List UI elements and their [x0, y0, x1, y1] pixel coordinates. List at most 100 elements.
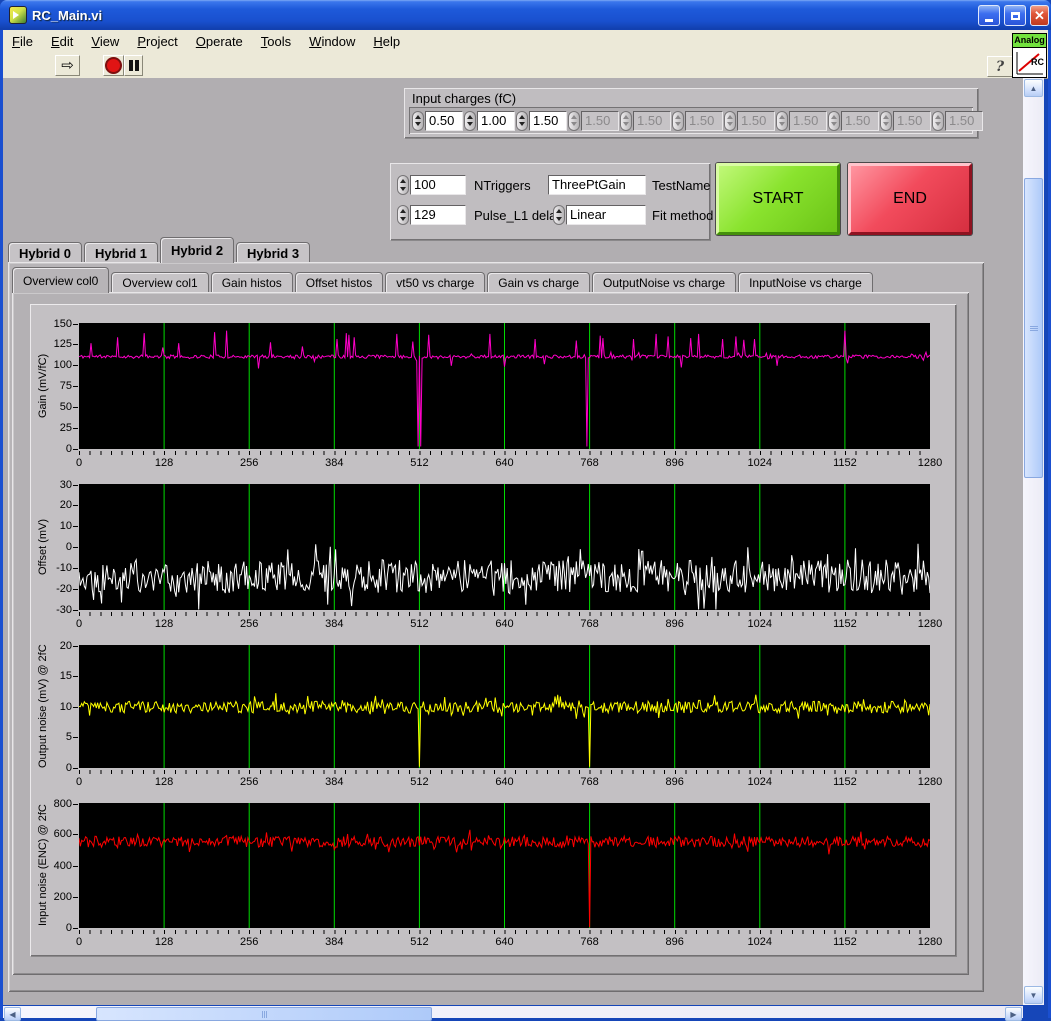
charge-value-7[interactable]: 1.50 [789, 110, 827, 131]
charge-value-5[interactable]: 1.50 [685, 110, 723, 131]
menu-item-operate[interactable]: Operate [187, 32, 252, 51]
menu-item-help[interactable]: Help [364, 32, 409, 51]
charge-value-3[interactable]: 1.50 [581, 110, 619, 131]
tab-overview-col0[interactable]: Overview col0 [12, 267, 110, 293]
x-tick-label: 768 [580, 457, 599, 469]
charge-spinner-5[interactable] [672, 110, 684, 131]
fit-method-field[interactable]: Linear [566, 205, 646, 225]
scroll-right-button[interactable]: ▶ [1005, 1007, 1022, 1021]
minimize-button[interactable] [978, 5, 1000, 26]
maximize-button[interactable] [1004, 5, 1026, 26]
vertical-scroll-thumb[interactable] [1024, 178, 1043, 478]
charge-cell-9: 1.50 [880, 110, 931, 131]
tab-overview-col1[interactable]: Overview col1 [111, 272, 209, 293]
pulse-delay-field[interactable]: 129 [410, 205, 466, 225]
run-button[interactable]: ⇨ [55, 55, 80, 76]
x-tick-label: 1152 [833, 618, 857, 630]
y-tick-mark [73, 386, 78, 387]
charge-spinner-1[interactable] [464, 110, 476, 131]
y-tick-mark [73, 865, 78, 867]
tab-hybrid-3[interactable]: Hybrid 3 [236, 242, 311, 263]
charge-spinner-10[interactable] [932, 110, 944, 131]
menu-item-edit[interactable]: Edit [42, 32, 82, 51]
question-icon: ? [995, 58, 1005, 75]
x-tick-label: 768 [580, 618, 599, 630]
y-tick-mark [73, 803, 78, 805]
tab-offset-histos[interactable]: Offset histos [294, 272, 384, 293]
y-tick-label: 15 [59, 669, 72, 682]
pause-button[interactable] [124, 55, 143, 76]
tab-outputnoise-vs-charge[interactable]: OutputNoise vs charge [592, 272, 737, 293]
testname-field[interactable]: ThreePtGain [548, 175, 646, 195]
pulse-delay-spinner[interactable] [397, 205, 409, 225]
menu-item-file[interactable]: File [3, 32, 42, 51]
help-button[interactable]: ? [987, 56, 1013, 77]
y-tick-mark [73, 737, 78, 739]
charge-spinner-4[interactable] [620, 110, 632, 131]
menu-item-tools[interactable]: Tools [252, 32, 300, 51]
end-button[interactable]: END [848, 163, 972, 235]
tab-hybrid-2[interactable]: Hybrid 2 [160, 237, 235, 263]
charge-value-2[interactable]: 1.50 [529, 110, 567, 131]
x-tick-label: 0 [75, 457, 83, 469]
charge-cell-1: 1.00 [464, 110, 515, 131]
y-tick-mark [73, 323, 78, 325]
close-icon: ✕ [1034, 7, 1045, 23]
horizontal-scroll-thumb[interactable] [96, 1007, 432, 1021]
y-tick-mark [73, 484, 78, 486]
plot-area-output-noise [79, 645, 930, 768]
charge-value-1[interactable]: 1.00 [477, 110, 515, 131]
input-charges-label: Input charges (fC) [412, 91, 517, 106]
x-tick-label: 896 [665, 776, 684, 788]
charge-value-8[interactable]: 1.50 [841, 110, 879, 131]
window-titlebar[interactable]: RC_Main.vi [0, 0, 1051, 30]
tab-gain-histos[interactable]: Gain histos [210, 272, 293, 293]
menu-item-window[interactable]: Window [300, 32, 364, 51]
menu-item-view[interactable]: View [82, 32, 128, 51]
ntriggers-field[interactable]: 100 [410, 175, 466, 195]
y-tick-mark [73, 645, 78, 647]
x-axis-minor-ticks [79, 930, 930, 934]
x-tick-label: 640 [495, 936, 514, 948]
charge-spinner-6[interactable] [724, 110, 736, 131]
tab-hybrid-1[interactable]: Hybrid 1 [84, 242, 159, 263]
tab-vt50-vs-charge[interactable]: vt50 vs charge [385, 272, 486, 293]
run-arrow-icon: ⇨ [61, 57, 74, 74]
charge-spinner-9[interactable] [880, 110, 892, 131]
x-axis-minor-ticks [79, 770, 930, 774]
charge-value-10[interactable]: 1.50 [945, 110, 983, 131]
close-button[interactable]: ✕ [1030, 5, 1049, 26]
charge-spinner-0[interactable] [412, 110, 424, 131]
x-tick-label: 1152 [833, 936, 857, 948]
abort-button[interactable] [103, 55, 124, 76]
fit-method-spinner[interactable] [553, 205, 565, 225]
vi-icon-rc-label: RC [1031, 57, 1044, 67]
y-tick-label: 30 [59, 478, 72, 491]
charge-value-6[interactable]: 1.50 [737, 110, 775, 131]
y-tick-mark [73, 526, 78, 527]
start-button[interactable]: START [716, 163, 840, 235]
x-tick-label: 512 [410, 936, 429, 948]
y-tick-mark [73, 505, 78, 506]
charge-value-9[interactable]: 1.50 [893, 110, 931, 131]
y-tick-mark [73, 609, 78, 611]
scroll-up-button[interactable]: ▲ [1024, 79, 1043, 97]
menu-item-project[interactable]: Project [128, 32, 186, 51]
y-tick-label: 20 [59, 639, 72, 652]
x-tick-label: 768 [580, 776, 599, 788]
tab-inputnoise-vs-charge[interactable]: InputNoise vs charge [738, 272, 873, 293]
scroll-left-button[interactable]: ◀ [4, 1007, 21, 1021]
charge-value-4[interactable]: 1.50 [633, 110, 671, 131]
charge-value-0[interactable]: 0.50 [425, 110, 463, 131]
vi-icon: Analog RC [1012, 33, 1047, 78]
charge-spinner-2[interactable] [516, 110, 528, 131]
tab-gain-vs-charge[interactable]: Gain vs charge [487, 272, 590, 293]
x-tick-label: 1024 [747, 457, 773, 469]
scroll-down-button[interactable]: ▼ [1024, 986, 1043, 1004]
charge-spinner-3[interactable] [568, 110, 580, 131]
ntriggers-spinner[interactable] [397, 175, 409, 195]
charge-spinner-7[interactable] [776, 110, 788, 131]
y-tick-label: -10 [56, 562, 72, 574]
charge-spinner-8[interactable] [828, 110, 840, 131]
tab-hybrid-0[interactable]: Hybrid 0 [8, 242, 83, 263]
